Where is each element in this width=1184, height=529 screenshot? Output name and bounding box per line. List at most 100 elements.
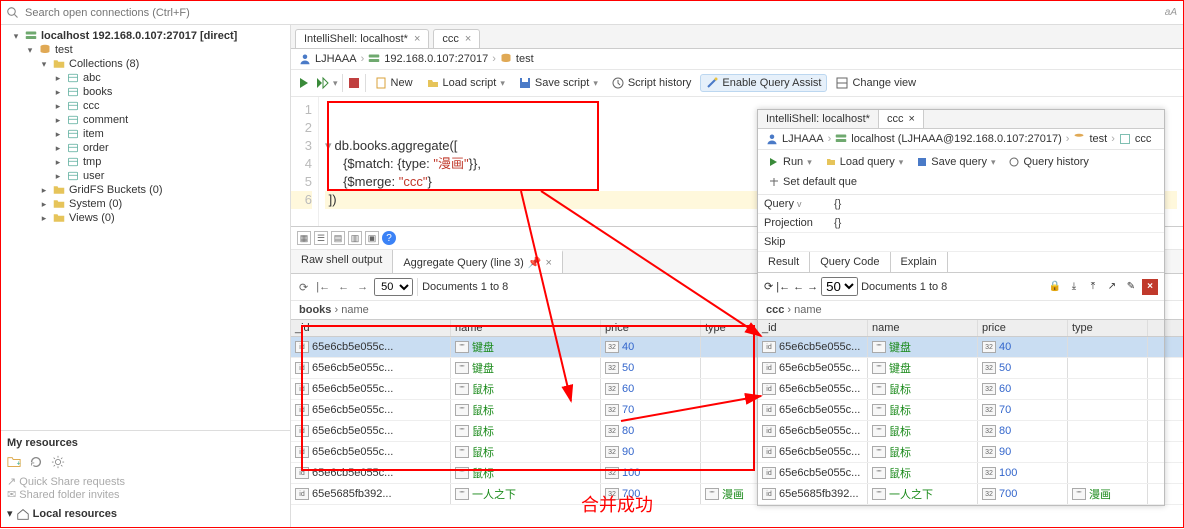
collection-node[interactable]: ▸tmp bbox=[5, 155, 286, 169]
load-query-button[interactable]: Load query▾ bbox=[821, 154, 909, 170]
connection-node[interactable]: ▾ localhost 192.168.0.107:27017 [direct] bbox=[5, 29, 286, 43]
gear-icon[interactable] bbox=[51, 455, 65, 469]
query-assist-button[interactable]: Enable Query Assist bbox=[700, 74, 827, 92]
first-icon[interactable]: |← bbox=[776, 281, 790, 293]
query-input[interactable]: {} bbox=[828, 195, 1164, 213]
database-node[interactable]: ▾ test bbox=[5, 43, 286, 57]
export-icon[interactable]: ⤒ bbox=[1085, 279, 1101, 295]
top-search-bar: aA bbox=[1, 1, 1183, 25]
overlay-grid[interactable]: _id name price type id65e6cb5e055c...""键… bbox=[758, 319, 1164, 505]
run-button[interactable]: Run▾ bbox=[764, 154, 817, 170]
num-badge-icon: 32 bbox=[982, 341, 996, 353]
refresh-icon[interactable]: ⟳ bbox=[764, 280, 773, 293]
aa-icon[interactable]: aA bbox=[1165, 7, 1177, 18]
close-icon[interactable]: × bbox=[414, 33, 420, 45]
tab-intellishell[interactable]: IntelliShell: localhost*× bbox=[295, 29, 429, 48]
status-box-icon[interactable]: ▥ bbox=[348, 231, 362, 245]
str-badge-icon: "" bbox=[872, 488, 886, 500]
collections-folder[interactable]: ▾ Collections (8) bbox=[5, 57, 286, 71]
local-resources-label[interactable]: Local resources bbox=[33, 508, 117, 520]
collection-node[interactable]: ▸books bbox=[5, 85, 286, 99]
tab-ccc[interactable]: ccc× bbox=[433, 29, 480, 48]
query-row: Query v{} bbox=[758, 195, 1164, 214]
table-row[interactable]: id65e6cb5e055c...""鼠标3290 bbox=[758, 442, 1164, 463]
prev-icon[interactable]: ← bbox=[793, 281, 804, 293]
status-box-icon[interactable]: ▦ bbox=[297, 231, 311, 245]
lock-icon[interactable]: 🔒 bbox=[1047, 279, 1063, 295]
close-icon[interactable]: × bbox=[465, 33, 471, 45]
run-sel-icon[interactable] bbox=[315, 76, 329, 90]
table-row[interactable]: id65e6cb5e055c...""鼠标3260 bbox=[758, 379, 1164, 400]
next-icon[interactable]: → bbox=[355, 281, 370, 293]
stop-icon[interactable] bbox=[347, 76, 361, 90]
change-view-button[interactable]: Change view bbox=[831, 75, 921, 91]
first-icon[interactable]: |← bbox=[314, 281, 332, 293]
script-history-button[interactable]: Script history bbox=[607, 75, 697, 91]
sidebar: ▾ localhost 192.168.0.107:27017 [direct]… bbox=[1, 25, 291, 527]
close-icon[interactable]: × bbox=[908, 113, 914, 125]
save-script-button[interactable]: Save script▾ bbox=[514, 75, 603, 91]
page-size-select[interactable]: 50 bbox=[374, 278, 413, 296]
status-box-icon[interactable]: ▣ bbox=[365, 231, 379, 245]
quick-share-link[interactable]: ↗ Quick Share requests bbox=[7, 475, 284, 488]
subtab-aggregate[interactable]: Aggregate Query (line 3)📌× bbox=[393, 250, 563, 273]
status-box-icon[interactable]: ▤ bbox=[331, 231, 345, 245]
collection-icon bbox=[1119, 133, 1131, 145]
subtab-result[interactable]: Result bbox=[758, 252, 810, 272]
page-size-select[interactable]: 50 bbox=[821, 277, 858, 296]
collection-node[interactable]: ▸order bbox=[5, 141, 286, 155]
subtab-raw[interactable]: Raw shell output bbox=[291, 250, 393, 273]
str-badge-icon: "" bbox=[872, 425, 886, 437]
next-icon[interactable]: → bbox=[807, 281, 818, 293]
database-label: test bbox=[55, 44, 73, 56]
save-query-button[interactable]: Save query▾ bbox=[912, 154, 1000, 170]
help-icon[interactable]: ? bbox=[382, 231, 396, 245]
table-row[interactable]: id65e6cb5e055c...""键盘3250 bbox=[758, 358, 1164, 379]
table-row[interactable]: id65e6cb5e055c...""键盘3240 bbox=[758, 337, 1164, 358]
my-resources-title: My resources bbox=[7, 437, 284, 449]
refresh-icon[interactable]: ⟳ bbox=[297, 281, 310, 294]
edit-icon[interactable]: ✎ bbox=[1123, 279, 1139, 295]
collection-node[interactable]: ▸user bbox=[5, 169, 286, 183]
skip-input[interactable] bbox=[828, 239, 1164, 245]
folder-plus-icon[interactable]: + bbox=[7, 455, 21, 469]
status-box-icon[interactable]: ☰ bbox=[314, 231, 328, 245]
collection-node[interactable]: ▸comment bbox=[5, 113, 286, 127]
collection-node[interactable]: ▸abc bbox=[5, 71, 286, 85]
home-icon bbox=[16, 507, 30, 521]
tab-ccc[interactable]: ccc× bbox=[879, 110, 924, 128]
gridfs-folder[interactable]: ▸GridFS Buckets (0) bbox=[5, 183, 286, 197]
views-folder[interactable]: ▸Views (0) bbox=[5, 211, 286, 225]
system-folder[interactable]: ▸System (0) bbox=[5, 197, 286, 211]
subtab-querycode[interactable]: Query Code bbox=[810, 252, 890, 272]
table-row[interactable]: id65e6cb5e055c...""鼠标3270 bbox=[758, 400, 1164, 421]
export-icon[interactable]: ⤓ bbox=[1066, 279, 1082, 295]
close-icon[interactable]: × bbox=[545, 257, 551, 269]
chevron-down-icon[interactable]: v bbox=[797, 199, 802, 209]
str-badge-icon: "" bbox=[872, 467, 886, 479]
prev-icon[interactable]: ← bbox=[336, 281, 351, 293]
search-input[interactable] bbox=[25, 7, 285, 19]
refresh-icon[interactable] bbox=[29, 455, 43, 469]
table-row[interactable]: id65e6cb5e055c...""鼠标3280 bbox=[758, 421, 1164, 442]
connection-tree[interactable]: ▾ localhost 192.168.0.107:27017 [direct]… bbox=[1, 25, 290, 430]
load-script-button[interactable]: Load script▾ bbox=[422, 75, 510, 91]
pin-icon[interactable]: 📌 bbox=[528, 257, 542, 269]
collection-icon bbox=[67, 142, 79, 154]
table-row[interactable]: id65e5685fb392...""一人之下32700""漫画 bbox=[758, 484, 1164, 505]
shared-folder-link[interactable]: ✉ Shared folder invites bbox=[7, 488, 284, 501]
subtab-explain[interactable]: Explain bbox=[891, 252, 948, 272]
table-row[interactable]: id65e6cb5e055c...""鼠标32100 bbox=[758, 463, 1164, 484]
query-history-button[interactable]: Query history bbox=[1004, 154, 1093, 170]
collection-node[interactable]: ▸item bbox=[5, 127, 286, 141]
run-icon[interactable] bbox=[297, 76, 311, 90]
collection-icon bbox=[67, 128, 79, 140]
id-badge-icon: id bbox=[295, 488, 309, 500]
projection-input[interactable]: {} bbox=[828, 214, 1164, 232]
collection-node[interactable]: ▸ccc bbox=[5, 99, 286, 113]
tab-intellishell[interactable]: IntelliShell: localhost* bbox=[758, 110, 879, 128]
set-default-button[interactable]: Set default que bbox=[764, 174, 862, 190]
delete-icon[interactable]: × bbox=[1142, 279, 1158, 295]
new-button[interactable]: New bbox=[370, 75, 418, 91]
share-icon[interactable]: ↗ bbox=[1104, 279, 1120, 295]
